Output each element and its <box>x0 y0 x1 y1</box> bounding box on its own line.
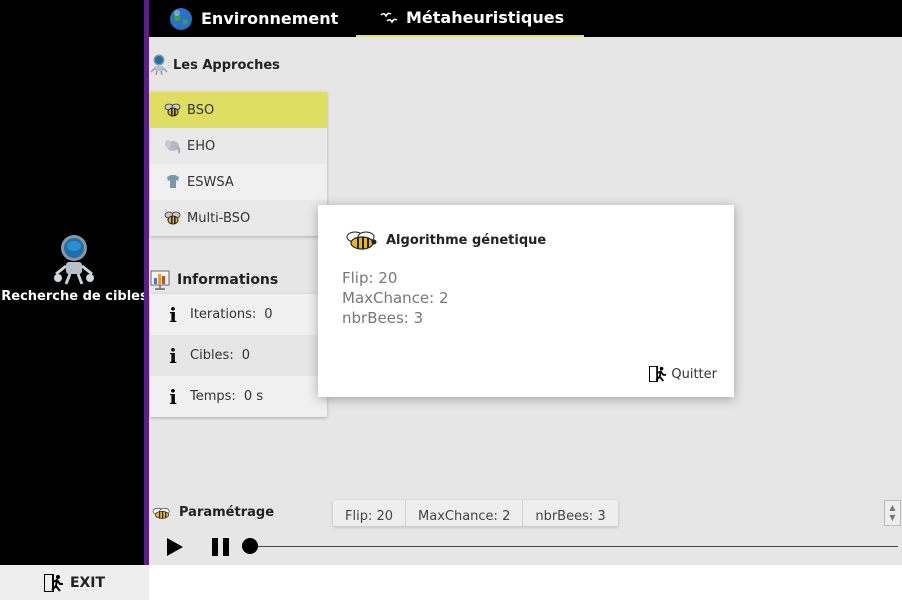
dialog-title-label: Algorithme génetique <box>386 232 547 248</box>
section-label: Paramétrage <box>179 505 275 520</box>
approach-label: Multi-BSO <box>187 210 251 226</box>
tab-bar: Environnement Métaheuristiques <box>149 0 902 37</box>
info-list: i Iterations: 0 i Cibles: 0 i Temps: 0 s <box>150 294 327 417</box>
globe-icon <box>170 7 192 30</box>
chevron-down-icon: ▼ <box>889 513 896 522</box>
sidebar: Recherche de cibles <box>0 0 149 565</box>
param-chip-nbrbees[interactable]: nbrBees: 3 <box>523 500 617 526</box>
approach-item-multi-bso[interactable]: Multi-BSO <box>150 200 327 236</box>
exit-label: EXIT <box>69 574 106 591</box>
dialog-parameters: Flip: 20 MaxChance: 2 nbrBees: 3 <box>342 268 449 328</box>
quit-button[interactable]: Quitter <box>649 366 717 382</box>
info-label: Iterations: <box>190 307 257 322</box>
parameter-chips: Flip: 20 MaxChance: 2 nbrBees: 3 <box>333 500 618 526</box>
chevron-up-icon: ▲ <box>889 503 896 512</box>
elephant-icon <box>165 140 181 154</box>
info-icon: i <box>169 302 177 327</box>
dialog-line: MaxChance: 2 <box>342 289 449 307</box>
info-label: Temps: <box>190 389 236 404</box>
tab-label: Environnement <box>201 9 339 28</box>
info-icon: i <box>169 384 177 409</box>
robot-icon <box>54 235 94 285</box>
play-button[interactable] <box>166 537 184 557</box>
approach-item-eho[interactable]: EHO <box>150 128 327 164</box>
chart-icon <box>150 270 170 290</box>
approach-item-bso[interactable]: BSO <box>150 92 327 128</box>
bee-icon <box>152 507 170 519</box>
info-item-iterations: i Iterations: 0 <box>150 294 327 335</box>
approach-label: BSO <box>187 102 215 118</box>
approach-list: BSO EHO ESWSA Multi-BSO <box>150 92 327 236</box>
bee-icon <box>164 103 181 117</box>
section-label: Les Approches <box>173 57 280 73</box>
tab-environnement[interactable]: Environnement <box>169 0 338 37</box>
bee-icon <box>164 211 181 225</box>
section-label: Informations <box>177 272 279 288</box>
dialog-line: Flip: 20 <box>342 269 398 287</box>
pause-button[interactable] <box>211 538 231 556</box>
quit-label: Quitter <box>671 366 717 382</box>
param-chip-flip[interactable]: Flip: 20 <box>333 500 407 526</box>
robot-icon <box>150 54 168 76</box>
sidebar-divider <box>144 0 149 565</box>
info-label: Cibles: <box>190 348 234 363</box>
app-label: Recherche de cibles <box>1 289 148 304</box>
tab-metaheuristiques[interactable]: Métaheuristiques <box>356 0 584 37</box>
approach-label: ESWSA <box>187 174 234 190</box>
scroll-spinner[interactable]: ▲ ▼ <box>884 500 901 526</box>
progress-thumb[interactable] <box>242 538 258 554</box>
exit-running-icon <box>43 573 63 592</box>
informations-title: Informations <box>150 270 278 290</box>
birds-icon <box>380 12 398 24</box>
elephant-icon <box>167 175 179 188</box>
parametrage-title: Paramétrage <box>150 505 274 520</box>
tab-label: Métaheuristiques <box>406 8 565 27</box>
approaches-title: Les Approches <box>150 54 280 76</box>
info-value: 0 s <box>243 389 263 404</box>
dialog-line: nbrBees: 3 <box>342 309 424 327</box>
dialog-title: Algorithme génetique <box>342 230 546 250</box>
info-value: 0 <box>264 307 273 322</box>
exit-button[interactable]: EXIT <box>0 565 149 600</box>
info-item-temps: i Temps: 0 s <box>150 376 327 417</box>
status-area <box>149 565 902 600</box>
info-item-cibles: i Cibles: 0 <box>150 335 327 376</box>
bee-icon <box>346 231 377 250</box>
progress-track[interactable] <box>250 546 898 547</box>
approach-label: EHO <box>187 138 216 154</box>
algorithm-dialog: Algorithme génetique Flip: 20 MaxChance:… <box>318 205 734 397</box>
info-icon: i <box>169 343 177 368</box>
info-value: 0 <box>241 348 250 363</box>
exit-running-icon <box>649 366 667 382</box>
param-chip-maxchance[interactable]: MaxChance: 2 <box>406 500 524 526</box>
approach-item-eswsa[interactable]: ESWSA <box>150 164 327 200</box>
